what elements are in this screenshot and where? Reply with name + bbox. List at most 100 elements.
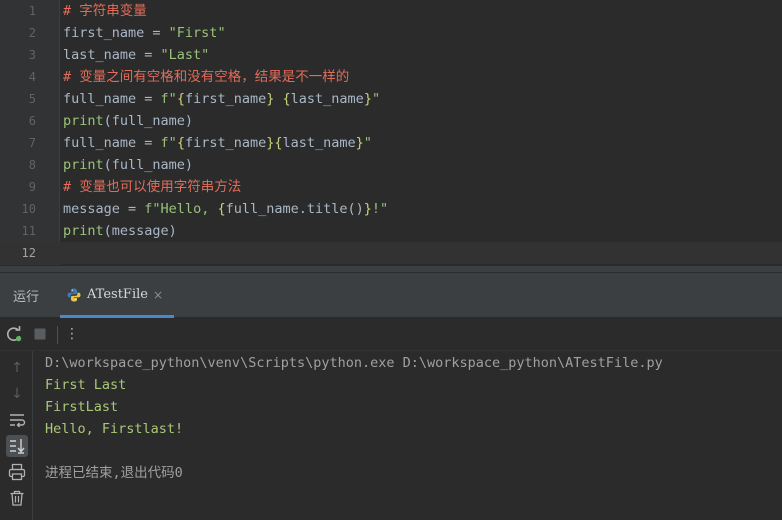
code-token: { (176, 91, 185, 107)
line-number: 4 (28, 70, 36, 84)
code-token: { (176, 135, 185, 151)
code-token: (message) (103, 223, 177, 239)
run-tab-bar: 运行 ATestFile × (0, 273, 782, 318)
python-icon (67, 288, 81, 302)
run-toolbar: ⋮ (0, 318, 782, 351)
code-token: = (136, 91, 161, 107)
code-token: print (63, 113, 104, 129)
console-output-line: FirstLast (45, 399, 119, 415)
code-token: last_name (290, 91, 364, 107)
code-text: print(full_name) (63, 154, 193, 176)
code-token: f" (160, 135, 177, 151)
code-token: first_name (63, 25, 145, 41)
code-token: full_name.title() (225, 201, 364, 217)
code-token: # 字符串变量 (63, 3, 147, 19)
down-arrow-icon[interactable]: ↓ (6, 383, 28, 405)
tab-file-label: ATestFile (87, 287, 148, 302)
code-token: f"Hello, (144, 201, 218, 217)
close-icon[interactable]: × (153, 288, 163, 302)
line-number: 1 (28, 4, 36, 18)
code-text: full_name = f"{first_name} {last_name}" (63, 88, 380, 110)
line-number: 5 (28, 92, 36, 106)
line-number: 3 (28, 48, 36, 62)
code-line[interactable]: 1 # 字符串变量 (0, 0, 782, 22)
code-token: # 变量也可以使用字符串方法 (63, 179, 242, 195)
line-number: 11 (21, 224, 36, 238)
code-text: full_name = f"{first_name}{last_name}" (63, 132, 372, 154)
line-number: 8 (28, 158, 36, 172)
code-token: print (63, 157, 104, 173)
code-token: }{ (266, 135, 283, 151)
code-token: " (371, 91, 381, 107)
code-token: last_name (63, 47, 137, 63)
line-number: 12 (21, 246, 36, 260)
code-line[interactable]: 11 print(message) (0, 220, 782, 242)
line-number: 6 (28, 114, 36, 128)
code-editor[interactable]: 1 # 字符串变量 2 first_name = "First" 3 last_name … (0, 0, 782, 265)
code-token: "Last" (160, 47, 210, 63)
code-text: print(message) (63, 220, 177, 242)
run-tool-window: 运行 ATestFile × ⋮ ↑ ↓ D:\workspace_python… (0, 273, 782, 520)
stop-icon[interactable] (31, 325, 49, 343)
code-token: = (136, 135, 161, 151)
code-token: { (217, 201, 226, 217)
code-line[interactable]: 9 # 变量也可以使用字符串方法 (0, 176, 782, 198)
code-token: (full_name) (103, 157, 194, 173)
code-token: !" (371, 201, 389, 217)
console-command-line: D:\workspace_python\venv\Scripts\python.… (45, 355, 663, 371)
code-token: print (63, 223, 104, 239)
code-token: (full_name) (103, 113, 194, 129)
code-token: = (136, 47, 161, 63)
code-token: = (119, 201, 145, 217)
console-output[interactable]: D:\workspace_python\venv\Scripts\python.… (45, 351, 775, 520)
code-line[interactable]: 6 print(full_name) (0, 110, 782, 132)
console-output-line: Hello, Firstlast! (45, 421, 184, 437)
code-text: first_name = "First" (63, 22, 226, 44)
code-line[interactable]: 2 first_name = "First" (0, 22, 782, 44)
code-line[interactable]: 5 full_name = f"{first_name} {last_name}" (0, 88, 782, 110)
code-line[interactable]: 3 last_name = "Last" (0, 44, 782, 66)
code-token: last_name (282, 135, 356, 151)
code-text: # 变量也可以使用字符串方法 (63, 176, 241, 198)
trash-icon[interactable] (6, 487, 28, 509)
code-token: "First" (168, 25, 226, 41)
code-token: } (363, 201, 372, 217)
code-token: first_name (184, 91, 267, 107)
scroll-to-end-icon[interactable] (6, 435, 28, 457)
code-line[interactable]: 4 # 变量之间有空格和没有空格，结果是不一样的 (0, 66, 782, 88)
line-number: 10 (21, 202, 36, 216)
process-exit-message: 进程已结束,退出代码0 (45, 465, 183, 481)
code-line[interactable]: 10 message = f"Hello, {full_name.title()}… (0, 198, 782, 220)
line-number: 2 (28, 26, 36, 40)
code-line[interactable]: 12 (0, 242, 782, 264)
code-token: { (282, 91, 291, 107)
print-icon[interactable] (6, 461, 28, 483)
rerun-icon[interactable] (5, 325, 23, 343)
code-line[interactable]: 8 print(full_name) (0, 154, 782, 176)
code-token: f" (160, 91, 177, 107)
code-text: # 变量之间有空格和没有空格，结果是不一样的 (63, 66, 349, 88)
code-token: # 变量之间有空格和没有空格，结果是不一样的 (63, 69, 350, 85)
line-number: 9 (28, 180, 36, 194)
more-options-icon[interactable]: ⋮ (63, 325, 81, 343)
console-output-line: First Last (45, 377, 127, 393)
code-token: " (363, 135, 372, 151)
tab-atestfile[interactable]: ATestFile × (60, 273, 174, 318)
code-token: full_name (63, 91, 137, 107)
toolbar-separator (57, 326, 58, 344)
code-line[interactable]: 7 full_name = f"{first_name}{last_name}" (0, 132, 782, 154)
code-text: # 字符串变量 (63, 0, 147, 22)
code-token: first_name (184, 135, 267, 151)
code-token: message (63, 201, 120, 217)
code-token: } (355, 135, 364, 151)
panel-splitter[interactable] (0, 265, 782, 273)
tab-run[interactable]: 运行 (13, 286, 39, 305)
code-text: print(full_name) (63, 110, 193, 132)
code-token: = (144, 25, 169, 41)
line-number: 7 (28, 136, 36, 150)
soft-wrap-icon[interactable] (6, 409, 28, 431)
up-arrow-icon[interactable]: ↑ (6, 357, 28, 379)
code-token: full_name (63, 135, 137, 151)
code-text: last_name = "Last" (63, 44, 209, 66)
